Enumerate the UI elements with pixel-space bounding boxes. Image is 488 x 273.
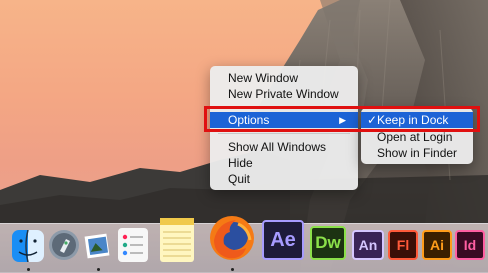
firefox-icon[interactable] — [208, 214, 256, 262]
menu-item-hide[interactable]: Hide — [210, 155, 358, 171]
rocket-icon — [49, 230, 79, 260]
flash-icon[interactable]: Fl — [388, 230, 418, 260]
menu-item-show-all-windows[interactable]: Show All Windows — [210, 139, 358, 155]
indesign-icon[interactable]: Id — [455, 230, 485, 260]
preview-icon[interactable] — [82, 229, 118, 265]
running-indicator — [97, 268, 100, 271]
animate-icon[interactable]: An — [352, 230, 384, 260]
menu-item-new-window[interactable]: New Window — [210, 70, 358, 86]
reminders-list-icon — [122, 234, 143, 256]
app-label: Fl — [396, 237, 410, 253]
firefox-logo-icon — [210, 216, 254, 260]
preview-photos-icon — [84, 233, 110, 259]
menu-item-quit[interactable]: Quit — [210, 171, 358, 187]
illustrator-icon[interactable]: Ai — [422, 230, 452, 260]
submenu-item-show-in-finder[interactable]: Show in Finder — [361, 145, 473, 161]
app-label: Id — [463, 237, 477, 253]
finder-icon[interactable] — [12, 230, 44, 262]
menu-separator — [218, 133, 350, 134]
menu-item-label: Quit — [228, 172, 251, 186]
annotation-highlight-box — [204, 106, 480, 132]
menu-item-label: New Private Window — [228, 87, 339, 101]
notes-pad-icon — [160, 218, 194, 257]
after-effects-icon[interactable]: Ae — [262, 220, 304, 260]
menu-item-label: Show in Finder — [377, 146, 458, 160]
running-indicator — [27, 268, 30, 271]
finder-face-icon — [12, 230, 44, 262]
menu-item-label: Hide — [228, 156, 253, 170]
launchpad-icon[interactable] — [48, 229, 84, 265]
menu-item-label: Show All Windows — [228, 140, 327, 154]
notes-icon[interactable] — [160, 218, 194, 262]
app-label: Ae — [270, 228, 296, 251]
menu-item-new-private-window[interactable]: New Private Window — [210, 86, 358, 102]
dreamweaver-icon[interactable]: Dw — [310, 226, 346, 260]
menu-item-label: New Window — [228, 71, 299, 85]
app-label: An — [358, 237, 378, 253]
app-label: Dw — [315, 233, 341, 252]
running-indicator — [231, 268, 234, 271]
app-label: Ai — [430, 237, 444, 253]
reminders-icon[interactable] — [118, 228, 148, 262]
dock: Ae Dw An Fl Ai Id — [0, 216, 488, 273]
menu-item-label: Open at Login — [377, 130, 453, 144]
